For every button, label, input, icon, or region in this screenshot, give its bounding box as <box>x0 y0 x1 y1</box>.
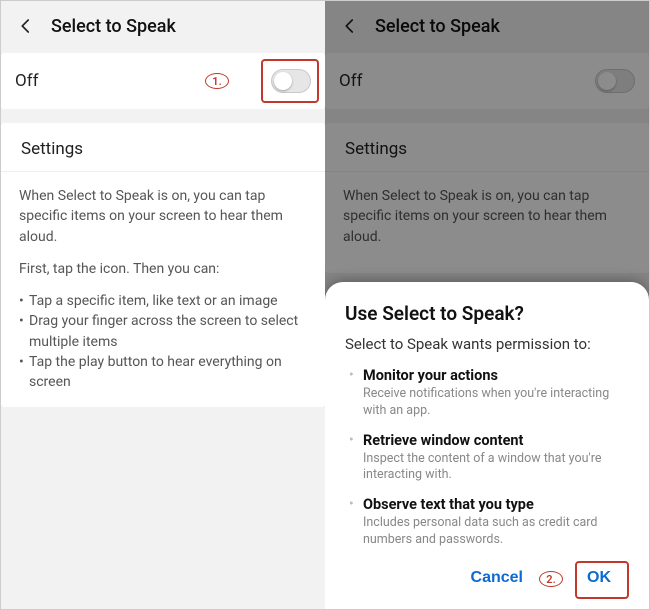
permission-item: Retrieve window content Inspect the cont… <box>345 432 629 485</box>
bullet-item: Tap the play button to hear everything o… <box>19 352 307 393</box>
annotation-1: 1. <box>205 73 229 89</box>
dialog-subtitle: Select to Speak wants permission to: <box>345 335 629 353</box>
permission-desc: Receive notifications when you're intera… <box>363 386 629 420</box>
bullet-item: Drag your finger across the screen to se… <box>19 311 307 352</box>
master-toggle[interactable] <box>271 69 311 93</box>
back-icon[interactable] <box>15 15 37 37</box>
permission-title: Retrieve window content <box>363 432 629 449</box>
permission-title: Observe text that you type <box>363 496 629 513</box>
dialog-actions: Cancel 2. OK <box>345 561 629 595</box>
ok-button[interactable]: OK <box>575 561 623 595</box>
settings-description: When Select to Speak is on, you can tap … <box>1 172 325 279</box>
toggle-state-label: Off <box>15 71 39 91</box>
permission-title: Monitor your actions <box>363 367 629 384</box>
settings-heading[interactable]: Settings <box>1 123 325 172</box>
annotation-2: 2. <box>539 571 563 587</box>
permission-item: Observe text that you type Includes pers… <box>345 496 629 549</box>
desc-p1: When Select to Speak is on, you can tap … <box>19 186 307 247</box>
cancel-button[interactable]: Cancel <box>459 561 535 595</box>
instruction-bullets: Tap a specific item, like text or an ima… <box>1 291 325 392</box>
bullet-item: Tap a specific item, like text or an ima… <box>19 291 307 311</box>
left-pane: Select to Speak Off 1. Settings When Sel… <box>1 1 325 609</box>
permission-list: Monitor your actions Receive notificatio… <box>345 367 629 549</box>
right-pane: Select to Speak Off Settings When Select… <box>325 1 649 609</box>
settings-card: Settings When Select to Speak is on, you… <box>1 123 325 407</box>
permission-dialog: Use Select to Speak? Select to Speak wan… <box>325 282 649 609</box>
app-header: Select to Speak <box>1 1 325 47</box>
dialog-title: Use Select to Speak? <box>345 302 629 325</box>
page-title: Select to Speak <box>51 16 176 37</box>
desc-p2: First, tap the icon. Then you can: <box>19 259 307 279</box>
permission-desc: Includes personal data such as credit ca… <box>363 515 629 549</box>
master-toggle-row: Off 1. <box>1 53 325 109</box>
permission-desc: Inspect the content of a window that you… <box>363 451 629 485</box>
permission-item: Monitor your actions Receive notificatio… <box>345 367 629 420</box>
